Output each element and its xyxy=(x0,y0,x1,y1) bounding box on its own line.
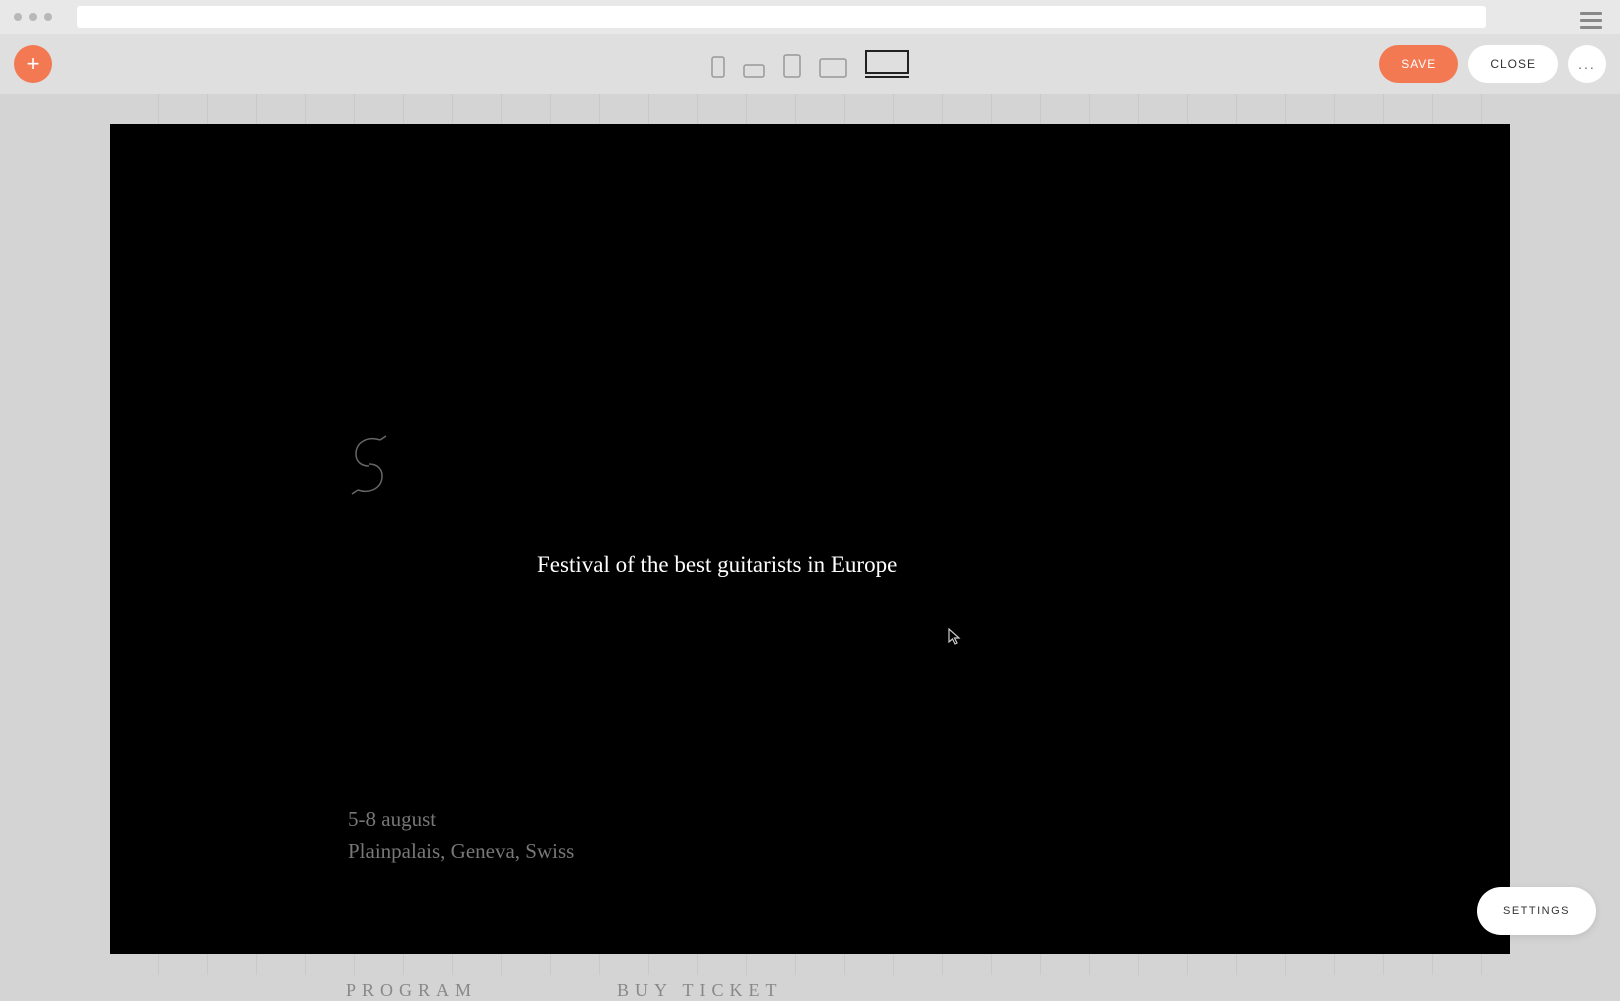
close-button[interactable]: CLOSE xyxy=(1468,45,1558,83)
window-maximize-dot[interactable] xyxy=(44,13,52,21)
page-canvas[interactable]: Festival of the best guitarists in Europ… xyxy=(110,124,1510,954)
page-title[interactable]: Festival of the best guitarists in Europ… xyxy=(537,552,897,578)
buy-ticket-link[interactable]: BUY TICKET xyxy=(617,980,783,1001)
event-location: Plainpalais, Geneva, Swiss xyxy=(348,836,574,868)
close-button-label: CLOSE xyxy=(1490,57,1536,71)
logo-icon xyxy=(348,434,390,501)
device-tablet-landscape-icon[interactable] xyxy=(819,58,847,78)
device-phone-landscape-icon[interactable] xyxy=(743,64,765,78)
more-icon: ... xyxy=(1578,56,1596,72)
canvas-wrapper: Festival of the best guitarists in Europ… xyxy=(0,94,1620,975)
cursor-icon xyxy=(948,628,962,651)
device-desktop-icon[interactable] xyxy=(865,50,909,78)
program-link[interactable]: PROGRAM xyxy=(346,980,477,1001)
window-controls xyxy=(14,13,52,21)
browser-chrome xyxy=(0,0,1620,34)
event-date: 5-8 august xyxy=(348,804,574,836)
plus-icon: + xyxy=(27,51,40,77)
settings-button-label: SETTINGS xyxy=(1503,905,1570,917)
settings-button[interactable]: SETTINGS xyxy=(1477,887,1596,935)
window-minimize-dot[interactable] xyxy=(29,13,37,21)
save-button-label: SAVE xyxy=(1401,57,1436,71)
save-button[interactable]: SAVE xyxy=(1379,45,1458,83)
add-button[interactable]: + xyxy=(14,45,52,83)
editor-toolbar: + SAVE CLOSE ... xyxy=(0,34,1620,94)
device-phone-portrait-icon[interactable] xyxy=(711,56,725,78)
device-selector xyxy=(711,50,909,78)
event-info[interactable]: 5-8 august Plainpalais, Geneva, Swiss xyxy=(348,804,574,867)
hamburger-menu-icon[interactable] xyxy=(1580,12,1602,29)
device-tablet-portrait-icon[interactable] xyxy=(783,54,801,78)
page-links: PROGRAM BUY TICKET xyxy=(346,980,783,1001)
url-bar[interactable] xyxy=(77,6,1486,28)
toolbar-actions: SAVE CLOSE ... xyxy=(1379,45,1606,83)
more-button[interactable]: ... xyxy=(1568,45,1606,83)
window-close-dot[interactable] xyxy=(14,13,22,21)
